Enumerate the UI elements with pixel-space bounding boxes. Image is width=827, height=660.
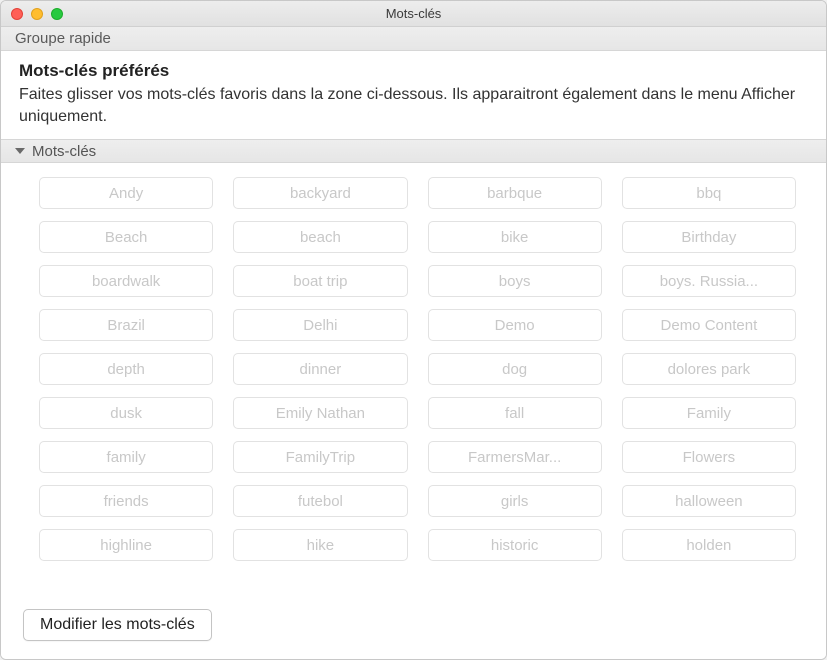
chevron-down-icon	[15, 148, 25, 154]
keywords-grid: Andy backyard barbque bbq Beach beach bike Birt…	[39, 177, 796, 561]
keyword-tag[interactable]: Birthday	[622, 221, 796, 253]
close-icon[interactable]	[11, 8, 23, 20]
keyword-tag[interactable]: beach	[233, 221, 407, 253]
window-title: Mots-clés	[1, 6, 826, 21]
keyword-tag[interactable]: dolores park	[622, 353, 796, 385]
keyword-tag[interactable]: Beach	[39, 221, 213, 253]
keyword-tag[interactable]: Andy	[39, 177, 213, 209]
keyword-tag[interactable]: Demo Content	[622, 309, 796, 341]
keyword-tag[interactable]: friends	[39, 485, 213, 517]
keywords-section-header[interactable]: Mots-clés	[1, 139, 826, 163]
keyword-tag[interactable]: barbque	[428, 177, 602, 209]
keyword-tag[interactable]: boys	[428, 265, 602, 297]
keyword-tag[interactable]: girls	[428, 485, 602, 517]
keyword-tag[interactable]: fall	[428, 397, 602, 429]
keyword-tag[interactable]: bike	[428, 221, 602, 253]
edit-keywords-button[interactable]: Modifier les mots-clés	[23, 609, 212, 641]
keyword-tag[interactable]: Delhi	[233, 309, 407, 341]
keyword-tag[interactable]: Family	[622, 397, 796, 429]
titlebar: Mots-clés	[1, 1, 826, 27]
keyword-tag[interactable]: family	[39, 441, 213, 473]
preferred-title: Mots-clés préférés	[19, 61, 808, 81]
keywords-area: Andy backyard barbque bbq Beach beach bike Birt…	[1, 163, 826, 597]
keyword-tag[interactable]: boys. Russia...	[622, 265, 796, 297]
keyword-tag[interactable]: dog	[428, 353, 602, 385]
keyword-tag[interactable]: historic	[428, 529, 602, 561]
keyword-tag[interactable]: futebol	[233, 485, 407, 517]
keyword-tag[interactable]: FarmersMar...	[428, 441, 602, 473]
keyword-tag[interactable]: holden	[622, 529, 796, 561]
keyword-tag[interactable]: boat trip	[233, 265, 407, 297]
keywords-window: Mots-clés Groupe rapide Mots-clés préfér…	[0, 0, 827, 660]
keyword-tag[interactable]: backyard	[233, 177, 407, 209]
keyword-tag[interactable]: dusk	[39, 397, 213, 429]
minimize-icon[interactable]	[31, 8, 43, 20]
quick-group-label: Groupe rapide	[15, 30, 111, 47]
preferred-description: Faites glisser vos mots-clés favoris dan…	[19, 84, 808, 127]
footer: Modifier les mots-clés	[1, 597, 826, 659]
keywords-section-label: Mots-clés	[32, 143, 96, 160]
keyword-tag[interactable]: FamilyTrip	[233, 441, 407, 473]
keyword-tag[interactable]: highline	[39, 529, 213, 561]
keyword-tag[interactable]: hike	[233, 529, 407, 561]
zoom-icon[interactable]	[51, 8, 63, 20]
keyword-tag[interactable]: Demo	[428, 309, 602, 341]
keyword-tag[interactable]: Emily Nathan	[233, 397, 407, 429]
keyword-tag[interactable]: depth	[39, 353, 213, 385]
preferred-keywords-block: Mots-clés préférés Faites glisser vos mo…	[1, 51, 826, 139]
keyword-tag[interactable]: bbq	[622, 177, 796, 209]
keyword-tag[interactable]: dinner	[233, 353, 407, 385]
keyword-tag[interactable]: Flowers	[622, 441, 796, 473]
quick-group-header: Groupe rapide	[1, 27, 826, 51]
keyword-tag[interactable]: halloween	[622, 485, 796, 517]
keyword-tag[interactable]: boardwalk	[39, 265, 213, 297]
window-controls	[1, 8, 63, 20]
keyword-tag[interactable]: Brazil	[39, 309, 213, 341]
